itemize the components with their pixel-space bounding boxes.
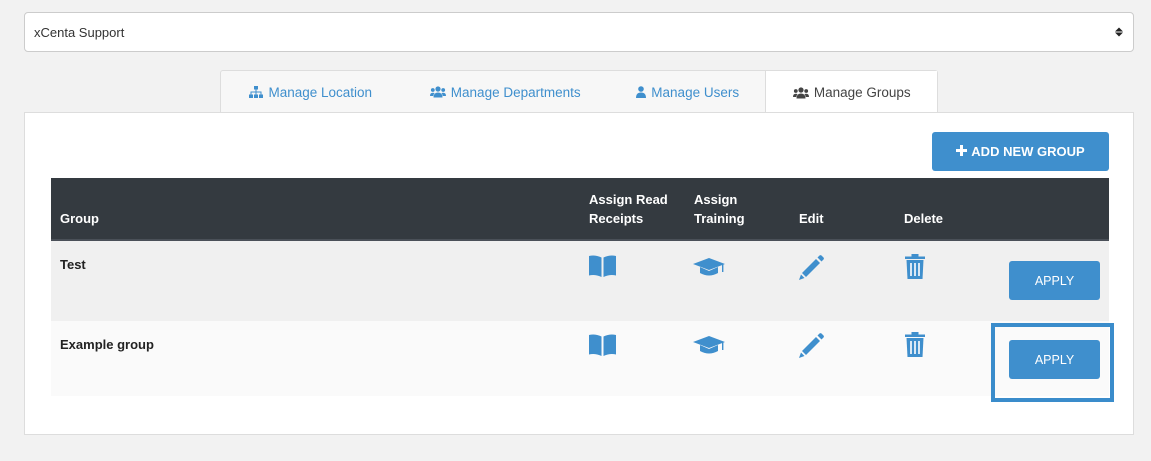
- tab-label: Manage Groups: [813, 85, 911, 100]
- plus-icon: [956, 144, 968, 159]
- users-icon: [429, 86, 446, 98]
- sitemap-icon: [249, 86, 264, 98]
- add-new-group-label: ADD NEW GROUP: [971, 144, 1085, 159]
- apply-button-highlight: [991, 323, 1114, 402]
- tab-bar: Manage Location Manage Departments Manag…: [220, 70, 938, 114]
- organization-select[interactable]: xCenta Support: [24, 12, 1134, 52]
- header-assign-read-receipts: Assign Read Receipts: [589, 192, 668, 226]
- groups-panel: ADD NEW GROUP Group Assign Read Receipts …: [24, 112, 1134, 435]
- header-assign-training: Assign Training: [694, 192, 745, 226]
- group-name: Test: [60, 257, 86, 272]
- tab-manage-departments[interactable]: Manage Departments: [401, 71, 610, 113]
- pencil-icon[interactable]: [799, 255, 824, 283]
- book-open-icon[interactable]: [589, 334, 616, 359]
- add-new-group-button[interactable]: ADD NEW GROUP: [932, 132, 1109, 171]
- book-open-icon[interactable]: [589, 255, 616, 280]
- header-group: Group: [60, 211, 99, 226]
- group-name: Example group: [60, 337, 154, 352]
- users-icon: [792, 86, 809, 99]
- organization-select-value: xCenta Support: [34, 24, 125, 40]
- tab-manage-groups[interactable]: Manage Groups: [765, 71, 937, 114]
- pencil-icon[interactable]: [799, 333, 824, 361]
- tab-label: Manage Location: [268, 84, 373, 100]
- table-header: Group Assign Read Receipts Assign Training…: [51, 178, 1109, 241]
- tab-label: Manage Users: [651, 84, 740, 100]
- apply-button[interactable]: APPLY: [1009, 261, 1100, 300]
- tab-manage-location[interactable]: Manage Location: [221, 71, 401, 113]
- graduation-cap-icon[interactable]: [693, 336, 725, 359]
- header-edit: Edit: [799, 211, 824, 226]
- tab-label: Manage Departments: [450, 84, 581, 100]
- user-icon: [636, 86, 647, 98]
- header-delete: Delete: [904, 211, 944, 226]
- graduation-cap-icon[interactable]: [693, 258, 725, 281]
- select-arrows-icon: [1115, 27, 1123, 37]
- groups-table: Group Assign Read Receipts Assign Training…: [51, 178, 1109, 396]
- table-row: Example group APPLY: [51, 321, 1109, 396]
- trash-icon[interactable]: [905, 332, 925, 360]
- trash-icon[interactable]: [905, 254, 925, 282]
- tab-manage-users[interactable]: Manage Users: [610, 71, 766, 113]
- table-row: Test APPLY: [51, 241, 1109, 321]
